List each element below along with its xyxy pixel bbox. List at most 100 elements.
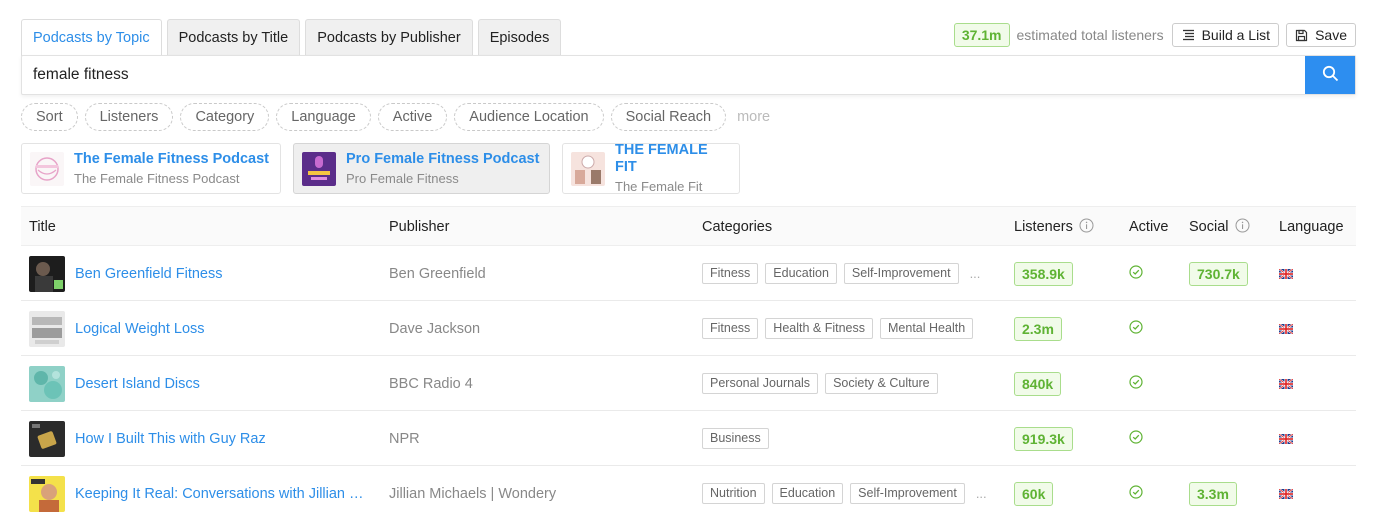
publisher-cell: BBC Radio 4 — [389, 375, 473, 392]
suggestion-cards: The Female Fitness Podcast The Female Fi… — [21, 142, 740, 194]
title-cell: How I Built This with Guy Raz — [29, 411, 266, 466]
suggestion-card[interactable]: THE FEMALE FIT The Female Fit — [562, 142, 740, 194]
listeners-cell: 60k — [1014, 466, 1054, 520]
tab-podcasts-by-publisher[interactable]: Podcasts by Publisher — [305, 19, 473, 56]
table-row[interactable]: How I Built This with Guy Raz NPR Busine… — [21, 411, 1356, 466]
category-tag[interactable]: Personal Journals — [702, 373, 819, 394]
category-tag[interactable]: Self-Improvement — [850, 483, 965, 504]
language-cell — [1278, 411, 1294, 466]
language-cell — [1278, 466, 1294, 520]
active-cell — [1129, 411, 1143, 466]
podcast-cover-image — [29, 420, 65, 457]
category-tag[interactable]: Education — [771, 483, 844, 504]
tab-podcasts-by-title[interactable]: Podcasts by Title — [166, 19, 301, 56]
language-cell — [1278, 356, 1294, 411]
categories-cell: Personal Journals Society & Culture — [702, 356, 938, 411]
category-tag[interactable]: Education — [765, 263, 837, 284]
publisher-cell: Jillian Michaels | Wondery — [389, 485, 557, 502]
column-header-categories[interactable]: Categories — [702, 207, 772, 247]
filter-language[interactable]: Language — [276, 103, 371, 131]
social-cell: 730.7k — [1189, 246, 1248, 301]
category-tag[interactable]: Self-Improvement — [843, 263, 959, 284]
category-tag[interactable]: Mental Health — [880, 318, 974, 339]
listeners-badge: 60k — [1014, 481, 1054, 506]
info-icon[interactable] — [1235, 218, 1250, 237]
header-label: Publisher — [389, 219, 450, 235]
column-header-language[interactable]: Language — [1279, 207, 1344, 247]
category-tag[interactable]: Business — [702, 428, 769, 449]
podcast-title-link[interactable]: Desert Island Discs — [75, 376, 200, 392]
filter-active[interactable]: Active — [377, 103, 448, 131]
header-label: Active — [1129, 219, 1169, 235]
column-header-social[interactable]: Social — [1189, 207, 1250, 247]
podcast-title-link[interactable]: Logical Weight Loss — [75, 321, 205, 337]
more-filters-link[interactable]: more — [737, 109, 770, 125]
listeners-cell: 840k — [1014, 356, 1062, 411]
column-header-listeners[interactable]: Listeners — [1014, 207, 1094, 247]
podcast-table: Title Publisher Categories Listeners Act… — [21, 206, 1356, 520]
publisher-cell: Dave Jackson — [389, 320, 481, 337]
check-circle-icon — [1129, 485, 1143, 502]
table-row[interactable]: Desert Island Discs BBC Radio 4 Personal… — [21, 356, 1356, 411]
suggestion-subtitle: The Female Fitness Podcast — [74, 170, 240, 186]
podcast-cover-image — [30, 151, 64, 186]
podcast-cover-image — [302, 151, 336, 186]
filter-social-reach[interactable]: Social Reach — [610, 103, 727, 131]
listeners-badge: 919.3k — [1014, 426, 1073, 451]
list-icon — [1181, 29, 1195, 41]
podcast-title-link[interactable]: Keeping It Real: Conversations with Jill… — [75, 486, 371, 502]
header-label: Language — [1279, 219, 1344, 235]
table-row[interactable]: Keeping It Real: Conversations with Jill… — [21, 466, 1356, 520]
header-actions: 37.1m estimated total listeners Build a … — [953, 23, 1356, 47]
language-cell — [1278, 246, 1294, 301]
uk-flag-icon — [1278, 431, 1294, 447]
listeners-badge: 840k — [1014, 371, 1062, 396]
categories-cell: Fitness Education Self-Improvement ... — [702, 246, 980, 301]
tab-episodes[interactable]: Episodes — [477, 19, 562, 56]
search-button[interactable] — [1305, 56, 1355, 94]
column-header-title[interactable]: Title — [29, 207, 56, 247]
filter-bar: Sort Listeners Category Language Active … — [21, 103, 770, 131]
table-header: Title Publisher Categories Listeners Act… — [21, 206, 1356, 246]
save-button[interactable]: Save — [1286, 23, 1356, 47]
suggestion-card[interactable]: Pro Female Fitness Podcast Pro Female Fi… — [293, 143, 550, 194]
category-tag[interactable]: Fitness — [702, 318, 759, 339]
category-tag[interactable]: Health & Fitness — [765, 318, 874, 339]
podcast-cover-image — [29, 310, 65, 347]
table-row[interactable]: Logical Weight Loss Dave Jackson Fitness… — [21, 301, 1356, 356]
tab-podcasts-by-topic[interactable]: Podcasts by Topic — [21, 19, 162, 56]
filter-category[interactable]: Category — [180, 103, 270, 131]
build-list-button[interactable]: Build a List — [1171, 23, 1280, 47]
podcast-title-link[interactable]: How I Built This with Guy Raz — [75, 431, 266, 447]
podcast-cover-image — [29, 255, 65, 292]
info-icon[interactable] — [1079, 218, 1094, 237]
filter-audience-location[interactable]: Audience Location — [454, 103, 604, 131]
header-label: Social — [1189, 219, 1229, 235]
category-tag[interactable]: Nutrition — [702, 483, 765, 504]
category-tag[interactable]: Society & Culture — [825, 373, 938, 394]
suggestion-card[interactable]: The Female Fitness Podcast The Female Fi… — [21, 143, 281, 194]
active-cell — [1129, 301, 1143, 356]
podcast-title-link[interactable]: Ben Greenfield Fitness — [75, 266, 223, 282]
column-header-active[interactable]: Active — [1129, 207, 1169, 247]
header-label: Listeners — [1014, 219, 1073, 235]
check-circle-icon — [1129, 265, 1143, 282]
categories-cell: Nutrition Education Self-Improvement ... — [702, 466, 987, 520]
filter-listeners[interactable]: Listeners — [84, 103, 174, 131]
suggestion-title: The Female Fitness Podcast — [74, 150, 270, 167]
listeners-cell: 358.9k — [1014, 246, 1073, 301]
uk-flag-icon — [1278, 486, 1294, 502]
publisher-cell: NPR — [389, 430, 420, 447]
column-header-publisher[interactable]: Publisher — [389, 207, 449, 247]
table-row[interactable]: Ben Greenfield Fitness Ben Greenfield Fi… — [21, 246, 1356, 301]
search-input[interactable] — [22, 56, 1305, 94]
categories-cell: Business — [702, 411, 769, 466]
category-tag[interactable]: Fitness — [702, 263, 759, 284]
header-label: Categories — [702, 219, 773, 235]
total-listeners-label: estimated total listeners — [1016, 27, 1164, 43]
language-cell — [1278, 301, 1294, 356]
suggestion-title: THE FEMALE FIT — [615, 142, 708, 175]
more-categories-indicator[interactable]: ... — [976, 486, 987, 501]
more-categories-indicator[interactable]: ... — [970, 266, 981, 281]
filter-sort[interactable]: Sort — [21, 103, 78, 131]
